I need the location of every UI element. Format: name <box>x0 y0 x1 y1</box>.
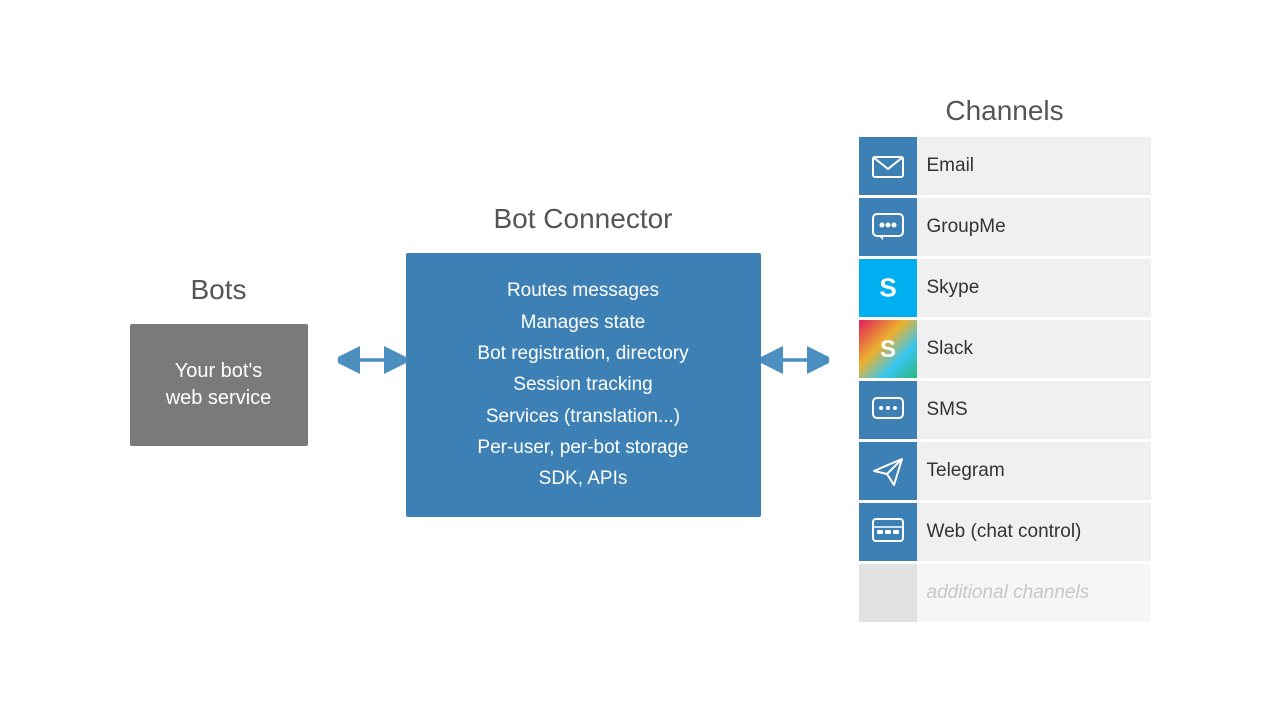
channel-item-sms: SMS <box>859 381 1151 439</box>
connector-section: Bot Connector Routes messages Manages st… <box>406 203 761 516</box>
diagram: Bots Your bot'sweb service Bot Connector <box>0 0 1280 720</box>
channel-additional-label: additional channels <box>917 582 1090 604</box>
channel-slack-label: Slack <box>917 338 973 360</box>
svg-text:S: S <box>879 336 895 363</box>
channel-item-additional: additional channels <box>859 564 1151 622</box>
slack-icon: S <box>859 320 917 378</box>
bot-box-text: Your bot'sweb service <box>166 358 272 412</box>
channels-section: Channels Email <box>859 95 1151 625</box>
channel-telegram-label: Telegram <box>917 460 1005 482</box>
channel-sms-label: SMS <box>917 399 968 421</box>
channel-item-web: Web (chat control) <box>859 503 1151 561</box>
connector-label: Bot Connector <box>494 203 673 235</box>
connector-box-text: Routes messages Manages state Bot regist… <box>477 275 688 494</box>
channel-groupme-label: GroupMe <box>917 216 1006 238</box>
channel-item-telegram: Telegram <box>859 442 1151 500</box>
channel-list: Email GroupMe <box>859 137 1151 625</box>
sms-icon <box>859 381 917 439</box>
bots-label: Bots <box>190 274 246 306</box>
groupme-icon <box>859 198 917 256</box>
additional-icon <box>859 564 917 622</box>
channel-item-email: Email <box>859 137 1151 195</box>
telegram-icon <box>859 442 917 500</box>
bot-box: Your bot'sweb service <box>130 324 308 446</box>
skype-icon: S <box>859 259 917 317</box>
channels-label: Channels <box>859 95 1151 127</box>
web-icon <box>859 503 917 561</box>
email-icon <box>859 137 917 195</box>
bots-section: Bots Your bot'sweb service <box>130 274 308 446</box>
channel-item-skype: S Skype <box>859 259 1151 317</box>
channel-item-groupme: GroupMe <box>859 198 1151 256</box>
channel-email-label: Email <box>917 155 975 177</box>
right-arrow <box>761 342 829 378</box>
channel-item-slack: S Slack <box>859 320 1151 378</box>
channel-skype-label: Skype <box>917 277 980 299</box>
left-arrow <box>338 342 406 378</box>
channel-web-label: Web (chat control) <box>917 521 1082 543</box>
svg-text:S: S <box>879 272 896 302</box>
connector-box: Routes messages Manages state Bot regist… <box>406 253 761 516</box>
